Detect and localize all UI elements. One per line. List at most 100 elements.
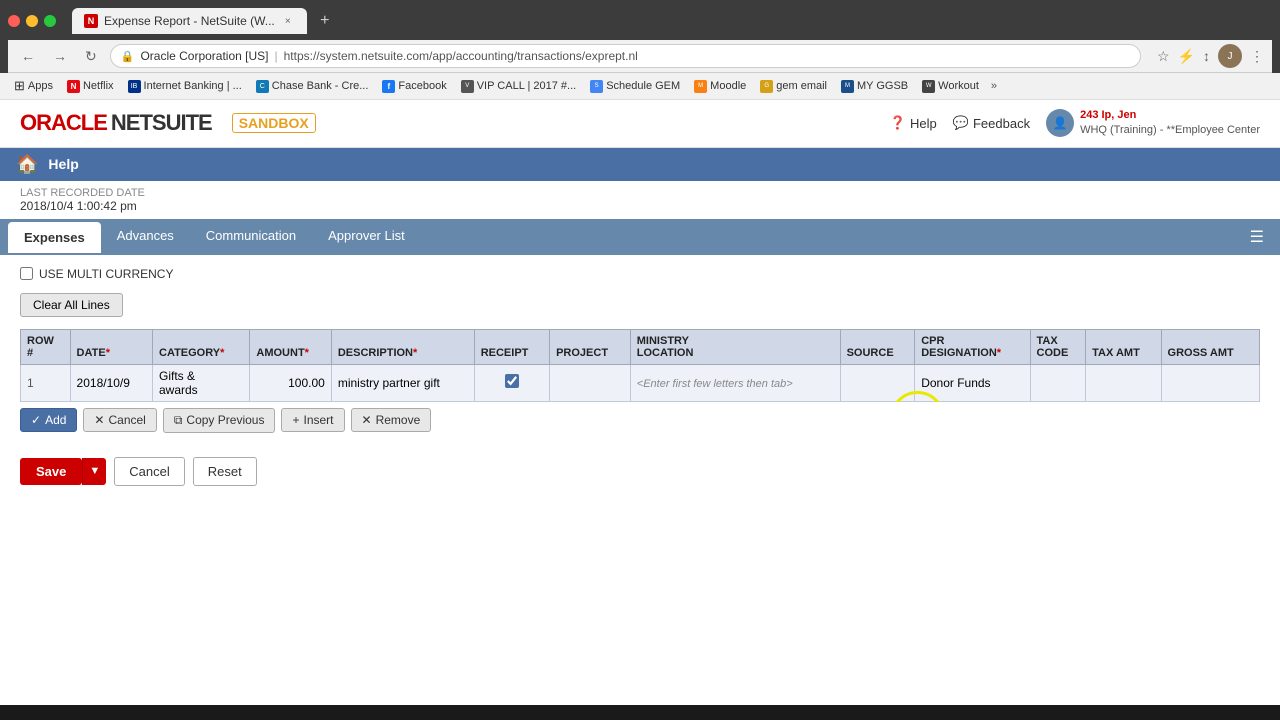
cell-gross-amt[interactable]: [1161, 364, 1259, 401]
bookmark-internet-banking[interactable]: IB Internet Banking | ...: [122, 78, 248, 95]
col-header-receipt: RECEIPT: [474, 329, 549, 364]
add-button-label: Add: [45, 413, 66, 427]
ministry-location-hint: <Enter first few letters then tab>: [637, 378, 793, 390]
nav-refresh-button[interactable]: ↻: [80, 46, 102, 67]
cell-description[interactable]: ministry partner gift: [331, 364, 474, 401]
multi-currency-checkbox[interactable]: [20, 267, 33, 280]
add-button[interactable]: ✓ Add: [20, 408, 77, 432]
tab-expenses[interactable]: Expenses: [8, 222, 101, 253]
save-button[interactable]: Save: [20, 458, 82, 485]
help-question-icon: ❓: [890, 115, 906, 131]
bookmark-moodle[interactable]: M Moodle: [688, 78, 752, 95]
bookmark-schedule-gem[interactable]: S Schedule GEM: [584, 78, 686, 95]
cancel-row-button[interactable]: ✕ Cancel: [83, 408, 156, 432]
home-icon[interactable]: 🏠: [16, 154, 38, 175]
workout-favicon: W: [922, 80, 935, 93]
tab-approver-list-label: Approver List: [328, 228, 405, 243]
bookmark-my-ggsb[interactable]: M MY GGSB: [835, 78, 914, 95]
cell-ministry-location[interactable]: <Enter first few letters then tab>: [630, 364, 840, 401]
tab-title: Expense Report - NetSuite (W...: [104, 14, 275, 28]
bookmark-gem-email[interactable]: G gem email: [754, 78, 833, 95]
cell-cpr-designation[interactable]: Donor Funds: [915, 364, 1030, 401]
tab-close-button[interactable]: ×: [281, 14, 295, 28]
cpr-designation-value: Donor Funds: [921, 376, 990, 390]
user-avatar-icon: 👤: [1046, 109, 1074, 137]
bookmark-chase[interactable]: C Chase Bank - Cre...: [250, 78, 375, 95]
netsuite-logo: ORACLE NETSUITE SANDBOX: [20, 110, 316, 136]
lock-icon: 🔒: [121, 50, 135, 63]
cancel-x-icon: ✕: [94, 413, 104, 427]
menu-icon[interactable]: ⋮: [1250, 48, 1264, 65]
copy-icon: ⧉: [174, 413, 183, 428]
table-view-icon[interactable]: ☰: [1242, 219, 1272, 255]
insert-button[interactable]: + Insert: [281, 408, 344, 432]
copy-previous-button[interactable]: ⧉ Copy Previous: [163, 408, 276, 433]
last-recorded-date-value: 2018/10/4 1:00:42 pm: [20, 199, 1260, 213]
netsuite-text: NETSUITE: [111, 110, 212, 136]
bookmark-apps[interactable]: ⊞ Apps: [8, 76, 59, 96]
cell-project[interactable]: [550, 364, 631, 401]
myggsb-favicon: M: [841, 80, 854, 93]
save-button-group: Save ▼: [20, 458, 106, 485]
cell-source[interactable]: [840, 364, 915, 401]
cell-amount[interactable]: 100.00: [250, 364, 331, 401]
browser-dot-red[interactable]: [8, 15, 20, 27]
reset-button[interactable]: Reset: [193, 457, 257, 486]
col-header-ministry-location: MINISTRYLOCATION: [630, 329, 840, 364]
reset-button-label: Reset: [208, 464, 242, 479]
cell-category[interactable]: Gifts & awards: [153, 364, 250, 401]
browser-tab[interactable]: N Expense Report - NetSuite (W... ×: [72, 8, 307, 34]
tab-expenses-label: Expenses: [24, 230, 85, 245]
star-icon[interactable]: ☆: [1157, 48, 1170, 65]
tab-favicon: N: [84, 14, 98, 28]
col-header-cpr-designation: CPRDESIGNATION*: [915, 329, 1030, 364]
category-value-line1: Gifts &: [159, 369, 195, 383]
col-header-row-num: ROW#: [21, 329, 71, 364]
extensions-icon[interactable]: ⚡: [1178, 48, 1195, 65]
user-org: WHQ (Training) - **Employee Center: [1080, 123, 1260, 138]
feedback-link[interactable]: 💬 Feedback: [953, 115, 1030, 131]
bookmark-workout[interactable]: W Workout: [916, 78, 985, 95]
chase-favicon: C: [256, 80, 269, 93]
table-row: 1 2018/10/9 Gifts & awards 100.00: [21, 364, 1260, 401]
cancel-button[interactable]: Cancel: [114, 457, 184, 486]
facebook-favicon: f: [382, 80, 395, 93]
profile-avatar[interactable]: J: [1218, 44, 1242, 68]
amount-value: 100.00: [288, 376, 325, 390]
tab-advances[interactable]: Advances: [101, 220, 190, 254]
nav-forward-button[interactable]: →: [48, 46, 72, 66]
cell-tax-amt[interactable]: [1086, 364, 1161, 401]
help-link[interactable]: ❓ Help: [890, 115, 937, 131]
clear-all-lines-button[interactable]: Clear All Lines: [20, 293, 123, 317]
bookmark-netflix[interactable]: N Netflix: [61, 78, 120, 95]
browser-dot-yellow[interactable]: [26, 15, 38, 27]
oracle-text: ORACLE: [20, 110, 107, 136]
cell-tax-code[interactable]: [1030, 364, 1086, 401]
tab-communication[interactable]: Communication: [190, 220, 312, 254]
cancel-row-button-label: Cancel: [108, 413, 145, 427]
tab-approver-list[interactable]: Approver List: [312, 220, 421, 254]
insert-button-label: Insert: [303, 413, 333, 427]
category-value-line2: awards: [159, 383, 198, 397]
remove-x-icon: ✕: [362, 413, 372, 427]
new-tab-button[interactable]: +: [313, 9, 337, 33]
browser-dot-green[interactable]: [44, 15, 56, 27]
save-dropdown-button[interactable]: ▼: [82, 458, 106, 485]
receipt-checkbox[interactable]: [505, 374, 519, 388]
multi-currency-label: USE MULTI CURRENCY: [39, 267, 173, 281]
save-button-label: Save: [36, 464, 66, 479]
apps-grid-icon: ⊞: [14, 78, 25, 94]
description-value: ministry partner gift: [338, 376, 440, 390]
bookmark-vip-call[interactable]: V VIP CALL | 2017 #...: [455, 78, 582, 95]
cancel-button-label: Cancel: [129, 464, 169, 479]
sync-icon[interactable]: ↕: [1203, 48, 1210, 64]
nav-back-button[interactable]: ←: [16, 46, 40, 66]
tab-advances-label: Advances: [117, 228, 174, 243]
cell-date[interactable]: 2018/10/9: [70, 364, 152, 401]
cell-receipt[interactable]: [474, 364, 549, 401]
bookmarks-more-icon[interactable]: »: [991, 80, 997, 92]
address-url[interactable]: https://system.netsuite.com/app/accounti…: [284, 49, 638, 63]
bookmark-facebook[interactable]: f Facebook: [376, 78, 452, 95]
remove-button[interactable]: ✕ Remove: [351, 408, 432, 432]
user-menu[interactable]: 👤 243 Ip, Jen WHQ (Training) - **Employe…: [1046, 108, 1260, 139]
